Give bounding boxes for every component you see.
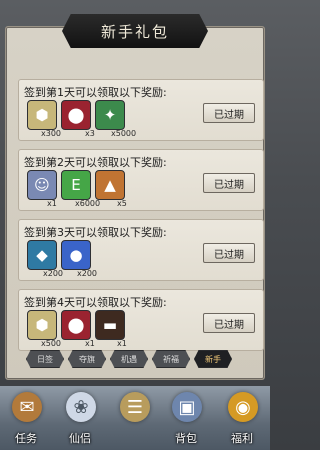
gift-card-label: 签到第2天可以领取以下奖励: bbox=[24, 156, 167, 169]
reward-qty: x200 bbox=[77, 269, 98, 278]
reward-qty: x200 bbox=[43, 269, 64, 278]
backpack-icon: ▣ bbox=[172, 392, 202, 422]
nav-map[interactable]: ☰ bbox=[110, 386, 158, 450]
expired-button[interactable]: 已过期 bbox=[203, 243, 255, 263]
reward-qty: x5 bbox=[117, 199, 127, 208]
blue-orb-icon[interactable]: ● bbox=[61, 240, 91, 270]
fairy-companion-icon: ❀ bbox=[66, 392, 96, 422]
nav-backpack[interactable]: ▣ 背包 bbox=[162, 386, 210, 450]
warrior-portrait-icon[interactable]: ☺ bbox=[27, 170, 57, 200]
reward-qty: x1 bbox=[117, 339, 127, 348]
black-hat-icon[interactable]: ▬ bbox=[95, 310, 125, 340]
tab-opportunity[interactable]: 机遇 bbox=[110, 350, 148, 368]
exp-orb-icon[interactable]: E bbox=[61, 170, 91, 200]
nav-label: 任务 bbox=[15, 432, 37, 445]
gift-card-day-4: 签到第4天可以领取以下奖励: ⬢ x500 ⬤ x1 ▬ x1 已过期 bbox=[18, 289, 264, 351]
fortune-pouch-icon: ◉ bbox=[228, 392, 258, 422]
silver-ingot-icon[interactable]: ⬢ bbox=[27, 100, 57, 130]
gift-list[interactable]: 签到第1天可以领取以下奖励: ⬢ x300 ⬤ x3 ✦ x5000 已过期 签… bbox=[18, 79, 264, 361]
nav-label: 仙侣 bbox=[69, 432, 91, 445]
nav-welfare[interactable]: ◉ 福利 bbox=[218, 386, 266, 450]
bottom-nav: ✉ 任务 ❀ 仙侣 ☰ ▣ 背包 ◉ 福利 bbox=[0, 386, 270, 450]
nav-task[interactable]: ✉ 任务 bbox=[2, 386, 50, 450]
task-scroll-icon: ✉ bbox=[12, 392, 42, 422]
red-potion-icon[interactable]: ⬤ bbox=[61, 310, 91, 340]
bronze-helmet-icon[interactable]: ▲ bbox=[95, 170, 125, 200]
nav-label: 背包 bbox=[175, 432, 197, 445]
gift-panel: 签到第1天可以领取以下奖励: ⬢ x300 ⬤ x3 ✦ x5000 已过期 签… bbox=[5, 26, 265, 380]
gift-card-day-1: 签到第1天可以领取以下奖励: ⬢ x300 ⬤ x3 ✦ x5000 已过期 bbox=[18, 79, 264, 141]
gift-card-day-2: 签到第2天可以领取以下奖励: ☺ x1 E x6000 ▲ x5 已过期 bbox=[18, 149, 264, 211]
blue-gem-icon[interactable]: ◆ bbox=[27, 240, 57, 270]
nav-label: 福利 bbox=[231, 432, 253, 445]
silver-ingot-icon[interactable]: ⬢ bbox=[27, 310, 57, 340]
reward-qty: x300 bbox=[41, 129, 62, 138]
expired-button[interactable]: 已过期 bbox=[203, 313, 255, 333]
expired-button[interactable]: 已过期 bbox=[203, 103, 255, 123]
gift-category-tabs: 日签 夺旗 机遇 祈福 新手 bbox=[14, 350, 256, 372]
expired-button[interactable]: 已过期 bbox=[203, 173, 255, 193]
page-title: 新手礼包 bbox=[62, 14, 208, 48]
tab-daily-sign[interactable]: 日签 bbox=[26, 350, 64, 368]
gift-card-label: 签到第3天可以领取以下奖励: bbox=[24, 226, 167, 239]
reward-qty: x6000 bbox=[75, 199, 101, 208]
reward-qty: x5000 bbox=[111, 129, 137, 138]
reward-qty: x500 bbox=[41, 339, 62, 348]
gift-card-label: 签到第4天可以领取以下奖励: bbox=[24, 296, 167, 309]
gift-card-label: 签到第1天可以领取以下奖励: bbox=[24, 86, 167, 99]
red-potion-icon[interactable]: ⬤ bbox=[61, 100, 91, 130]
jade-token-icon[interactable]: ✦ bbox=[95, 100, 125, 130]
map-scroll-icon: ☰ bbox=[120, 392, 150, 422]
tab-newbie[interactable]: 新手 bbox=[194, 350, 232, 368]
tab-blessing[interactable]: 祈福 bbox=[152, 350, 190, 368]
reward-qty: x1 bbox=[85, 339, 95, 348]
tab-capture-flag[interactable]: 夺旗 bbox=[68, 350, 106, 368]
nav-companion[interactable]: ❀ 仙侣 bbox=[56, 386, 104, 450]
gift-card-day-3: 签到第3天可以领取以下奖励: ◆ x200 ● x200 已过期 bbox=[18, 219, 264, 281]
